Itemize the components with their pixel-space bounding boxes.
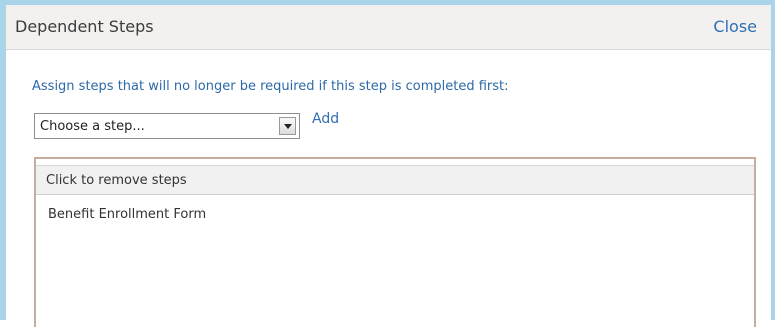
- close-link[interactable]: Close: [713, 17, 757, 36]
- dependent-steps-list: Click to remove steps Benefit Enrollment…: [34, 157, 756, 327]
- dropdown-arrow-icon[interactable]: [279, 117, 296, 135]
- step-select[interactable]: Choose a step...: [34, 113, 300, 139]
- dialog-titlebar: Dependent Steps Close: [6, 5, 771, 50]
- dependent-steps-dialog: Dependent Steps Close Assign steps that …: [0, 0, 775, 327]
- step-select-value: Choose a step...: [40, 119, 145, 134]
- list-header: Click to remove steps: [36, 165, 754, 195]
- list-item[interactable]: Benefit Enrollment Form: [48, 207, 206, 222]
- dialog-title: Dependent Steps: [15, 17, 154, 36]
- instructions-text: Assign steps that will no longer be requ…: [32, 79, 509, 94]
- add-step-link[interactable]: Add: [312, 111, 339, 127]
- list-header-label: Click to remove steps: [46, 173, 187, 188]
